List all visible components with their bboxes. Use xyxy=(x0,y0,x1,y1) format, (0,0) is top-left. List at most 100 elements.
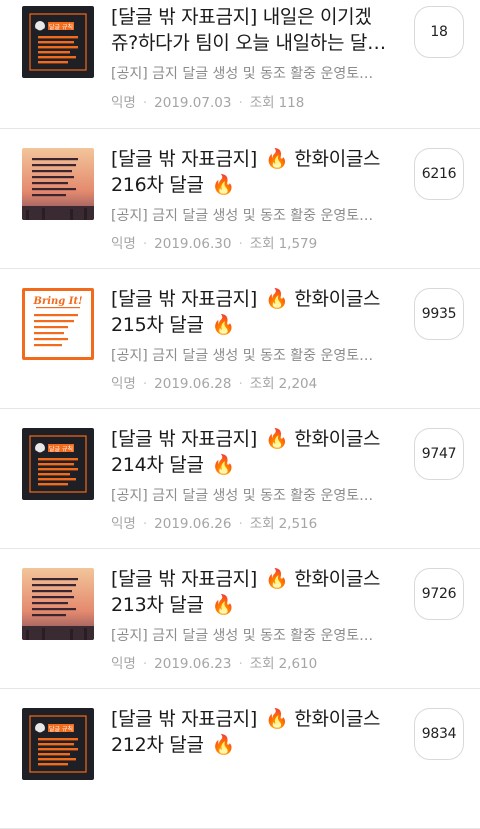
post-author: 익명 xyxy=(111,95,136,111)
list-item[interactable]: 달글 규칙 [달글 밖 자표금지] 🔥 한화이글스 214차 달글 🔥 [공지] 금지 달… xyxy=(0,409,480,549)
fire-icon: 🔥 xyxy=(264,568,289,590)
post-notice: [공지] 금지 달글 생성 및 동조 활중 운영토… xyxy=(111,488,374,504)
post-thumbnail[interactable] xyxy=(22,568,94,640)
post-title[interactable]: [달글 밖 자표금지] 🔥 한화이글스 213차 달글 🔥 xyxy=(111,566,397,618)
post-title-team: 한화이글스 xyxy=(294,288,381,310)
post-title-line-2: 쥬?하다가 팀이 오늘 내일하는 달… xyxy=(111,30,397,56)
post-date: 2019.06.23 xyxy=(154,656,232,672)
comment-count-badge[interactable]: 6216 xyxy=(414,148,464,200)
post-author: 익명 xyxy=(111,656,136,672)
meta-separator: · xyxy=(142,95,148,111)
post-title-line-1: [달글 밖 자표금지] 🔥 한화이글스 xyxy=(111,286,397,312)
post-thumbnail[interactable]: 달글 규칙 xyxy=(22,6,94,78)
post-title-line-1: [달글 밖 자표금지] 🔥 한화이글스 xyxy=(111,426,397,452)
comment-count-badge[interactable]: 18 xyxy=(414,6,464,58)
post-title-round: 213차 달글 xyxy=(111,594,204,616)
post-author: 익명 xyxy=(111,236,136,252)
fire-icon: 🔥 xyxy=(264,288,289,310)
meta-separator: · xyxy=(238,95,243,111)
thumbnail-text: 달글 규칙 xyxy=(49,445,73,453)
post-title-line-2: 215차 달글 🔥 xyxy=(111,312,397,338)
list-item[interactable]: 달글 규칙 [달글 밖 자표금지] 내일은 이기겠쥬?하다가 팀이 오늘 내일하… xyxy=(0,0,480,129)
post-thumbnail[interactable] xyxy=(22,148,94,220)
post-notice: [공지] 금지 달글 생성 및 동조 활중 운영토… xyxy=(111,628,374,644)
fire-icon: 🔥 xyxy=(264,708,289,730)
post-title-round: 215차 달글 xyxy=(111,314,204,336)
list-item[interactable]: [달글 밖 자표금지] 🔥 한화이글스 213차 달글 🔥 [공지] 금지 달글 생성 및… xyxy=(0,549,480,689)
comment-count-badge[interactable]: 9935 xyxy=(414,288,464,340)
post-title-prefix: [달글 밖 자표금지] xyxy=(111,568,257,590)
post-title[interactable]: [달글 밖 자표금지] 내일은 이기겠쥬?하다가 팀이 오늘 내일하는 달… xyxy=(111,4,397,56)
post-views: 2,204 xyxy=(278,376,318,392)
post-meta: 익명 · 2019.06.26 · 조회 2,516 xyxy=(111,512,317,532)
meta-separator: · xyxy=(142,516,148,532)
views-label: 조회 xyxy=(249,236,275,252)
views-label: 조회 xyxy=(249,95,275,111)
meta-separator: · xyxy=(142,236,148,252)
post-meta: 익명 · 2019.06.30 · 조회 1,579 xyxy=(111,232,317,252)
post-views: 2,610 xyxy=(278,656,318,672)
meta-separator: · xyxy=(142,656,148,672)
thumbnail-text: Bring It! xyxy=(33,296,83,307)
post-title-line-2: 216차 달글 🔥 xyxy=(111,172,397,198)
post-title-team: 한화이글스 xyxy=(294,148,381,170)
post-author: 익명 xyxy=(111,376,136,392)
post-title-prefix: [달글 밖 자표금지] 내일은 이기겠 xyxy=(111,6,372,28)
fire-icon: 🔥 xyxy=(264,148,289,170)
views-label: 조회 xyxy=(249,656,275,672)
post-title-prefix: [달글 밖 자표금지] xyxy=(111,428,257,450)
post-title-round: 쥬?하다가 팀이 오늘 내일하는 달… xyxy=(111,32,386,54)
post-title-line-1: [달글 밖 자표금지] 🔥 한화이글스 xyxy=(111,706,397,732)
meta-separator: · xyxy=(238,376,243,392)
post-title[interactable]: [달글 밖 자표금지] 🔥 한화이글스 214차 달글 🔥 xyxy=(111,426,397,478)
post-meta: 익명 · 2019.07.03 · 조회 118 xyxy=(111,91,304,111)
post-author: 익명 xyxy=(111,516,136,532)
fire-icon: 🔥 xyxy=(211,734,236,756)
post-title-line-2: 213차 달글 🔥 xyxy=(111,592,397,618)
post-title[interactable]: [달글 밖 자표금지] 🔥 한화이글스 215차 달글 🔥 xyxy=(111,286,397,338)
comment-count-badge[interactable]: 9747 xyxy=(414,428,464,480)
fire-icon: 🔥 xyxy=(211,454,236,476)
post-title-team: 한화이글스 xyxy=(294,428,381,450)
post-title[interactable]: [달글 밖 자표금지] 🔥 한화이글스 212차 달글 🔥 xyxy=(111,706,397,758)
post-notice: [공지] 금지 달글 생성 및 동조 활중 운영토… xyxy=(111,348,374,364)
post-title-round: 216차 달글 xyxy=(111,174,204,196)
post-title-prefix: [달글 밖 자표금지] xyxy=(111,708,257,730)
post-meta: 익명 · 2019.06.28 · 조회 2,204 xyxy=(111,372,317,392)
post-views: 2,516 xyxy=(278,516,318,532)
fire-icon: 🔥 xyxy=(211,314,236,336)
post-date: 2019.06.30 xyxy=(154,236,232,252)
post-title-line-2: 212차 달글 🔥 xyxy=(111,732,397,758)
post-title-line-2: 214차 달글 🔥 xyxy=(111,452,397,478)
post-title-team: 한화이글스 xyxy=(294,708,381,730)
post-title-line-1: [달글 밖 자표금지] 내일은 이기겠 xyxy=(111,4,397,30)
meta-separator: · xyxy=(238,236,243,252)
post-views: 1,579 xyxy=(278,236,318,252)
list-item[interactable]: Bring It! [달글 밖 자표금지] 🔥 한화이글스 215차 달글 🔥 [공지] … xyxy=(0,269,480,409)
post-meta: 익명 · 2019.06.23 · 조회 2,610 xyxy=(111,652,317,672)
post-list: 달글 규칙 [달글 밖 자표금지] 내일은 이기겠쥬?하다가 팀이 오늘 내일하… xyxy=(0,0,480,829)
post-notice: [공지] 금지 달글 생성 및 동조 활중 운영토… xyxy=(111,66,374,82)
post-date: 2019.06.26 xyxy=(154,516,232,532)
comment-count-badge[interactable]: 9726 xyxy=(414,568,464,620)
meta-separator: · xyxy=(238,516,243,532)
views-label: 조회 xyxy=(249,376,275,392)
comment-count-badge[interactable]: 9834 xyxy=(414,708,464,760)
fire-icon: 🔥 xyxy=(264,428,289,450)
post-views: 118 xyxy=(278,95,305,111)
post-thumbnail[interactable]: 달글 규칙 xyxy=(22,708,94,780)
list-item[interactable]: 달글 규칙 [달글 밖 자표금지] 🔥 한화이글스 212차 달글 🔥 9834 xyxy=(0,689,480,829)
post-title-prefix: [달글 밖 자표금지] xyxy=(111,288,257,310)
post-date: 2019.06.28 xyxy=(154,376,232,392)
post-title-prefix: [달글 밖 자표금지] xyxy=(111,148,257,170)
list-item[interactable]: [달글 밖 자표금지] 🔥 한화이글스 216차 달글 🔥 [공지] 금지 달글 생성 및… xyxy=(0,129,480,269)
post-title-team: 한화이글스 xyxy=(294,568,381,590)
fire-icon: 🔥 xyxy=(211,174,236,196)
post-title[interactable]: [달글 밖 자표금지] 🔥 한화이글스 216차 달글 🔥 xyxy=(111,146,397,198)
post-thumbnail[interactable]: Bring It! xyxy=(22,288,94,360)
post-thumbnail[interactable]: 달글 규칙 xyxy=(22,428,94,500)
fire-icon: 🔥 xyxy=(211,594,236,616)
post-title-round: 214차 달글 xyxy=(111,454,204,476)
post-notice: [공지] 금지 달글 생성 및 동조 활중 운영토… xyxy=(111,208,374,224)
post-title-line-1: [달글 밖 자표금지] 🔥 한화이글스 xyxy=(111,146,397,172)
